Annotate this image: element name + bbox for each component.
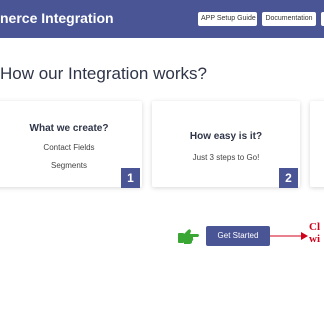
right-arrow-icon xyxy=(270,232,308,240)
step-card-2: How easy is it? Just 3 steps to Go! 2 xyxy=(152,101,300,188)
step-number-badge: 1 xyxy=(121,168,140,188)
callout-text: Cl wi xyxy=(309,221,320,245)
section-title: How our Integration works? xyxy=(0,64,207,83)
card-title: What we create? xyxy=(29,123,109,134)
top-bar: nerce Integration APP Setup Guide Docume… xyxy=(0,0,324,38)
callout-line-2: wi xyxy=(309,233,320,245)
get-started-button[interactable]: Get Started xyxy=(206,226,270,246)
app-setup-guide-button[interactable]: APP Setup Guide xyxy=(198,12,257,26)
card-text: Contact Fields xyxy=(43,143,95,152)
page: nerce Integration APP Setup Guide Docume… xyxy=(0,0,324,324)
card-title: How easy is it? xyxy=(189,131,263,142)
step-number-badge: 2 xyxy=(279,168,298,188)
callout-line-1: Cl xyxy=(309,221,320,233)
app-title: nerce Integration xyxy=(0,10,114,26)
step-card-3 xyxy=(310,101,324,187)
documentation-button[interactable]: Documentation xyxy=(262,12,316,26)
card-text: Just 3 steps to Go! xyxy=(192,153,260,162)
step-card-1: What we create? Contact Fields Segments … xyxy=(0,101,142,188)
pointing-hand-icon xyxy=(178,229,199,244)
